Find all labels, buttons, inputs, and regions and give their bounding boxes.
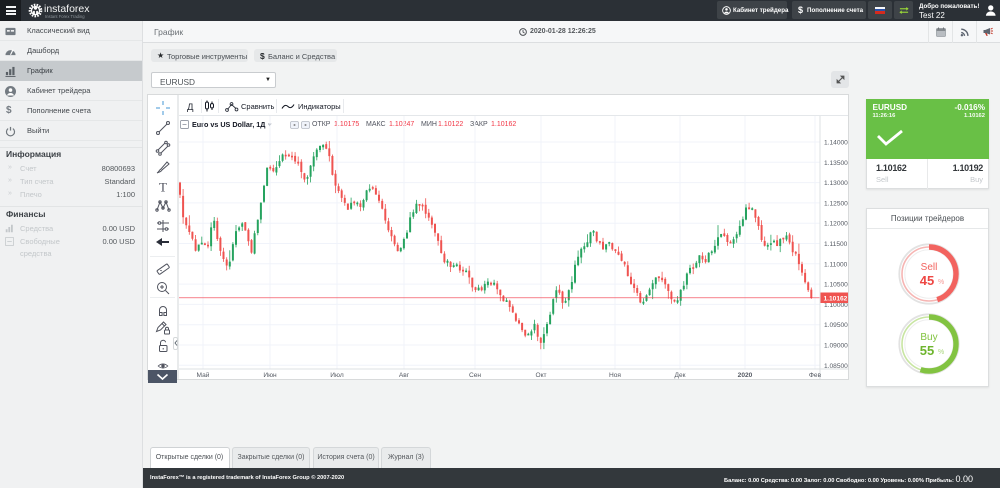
svg-text:1.10500: 1.10500 [824, 282, 848, 289]
svg-text:Дек: Дек [674, 372, 685, 379]
svg-text:1.09500: 1.09500 [824, 322, 848, 329]
svg-text:1.09000: 1.09000 [824, 343, 848, 350]
svg-text:1.13000: 1.13000 [824, 180, 848, 187]
svg-text:1.14000: 1.14000 [824, 140, 848, 147]
svg-text:Май: Май [197, 371, 210, 379]
svg-text:1.08500: 1.08500 [824, 363, 848, 370]
svg-text:Sell: Sell [920, 262, 937, 273]
svg-text:45: 45 [919, 273, 933, 288]
svg-text:2020: 2020 [738, 372, 753, 379]
svg-text:1.11000: 1.11000 [824, 261, 848, 268]
svg-text:55: 55 [919, 343, 933, 358]
svg-text:Июн: Июн [263, 372, 277, 379]
svg-text:Ноя: Ноя [609, 372, 621, 379]
svg-text:1.12000: 1.12000 [824, 221, 848, 228]
svg-text:Сен: Сен [469, 372, 481, 379]
svg-text:Buy: Buy [920, 332, 937, 343]
svg-text:Фев: Фев [809, 372, 822, 379]
svg-text:1.13500: 1.13500 [824, 160, 848, 167]
svg-text:1.12500: 1.12500 [824, 200, 848, 207]
svg-text:Июл: Июл [330, 372, 344, 379]
svg-text:Авг: Авг [399, 372, 410, 379]
svg-text:1.10162: 1.10162 [824, 295, 848, 302]
svg-text:1.11500: 1.11500 [824, 241, 848, 248]
svg-text:%: % [938, 349, 944, 356]
svg-text:%: % [938, 279, 944, 286]
svg-text:Окт: Окт [535, 372, 546, 379]
